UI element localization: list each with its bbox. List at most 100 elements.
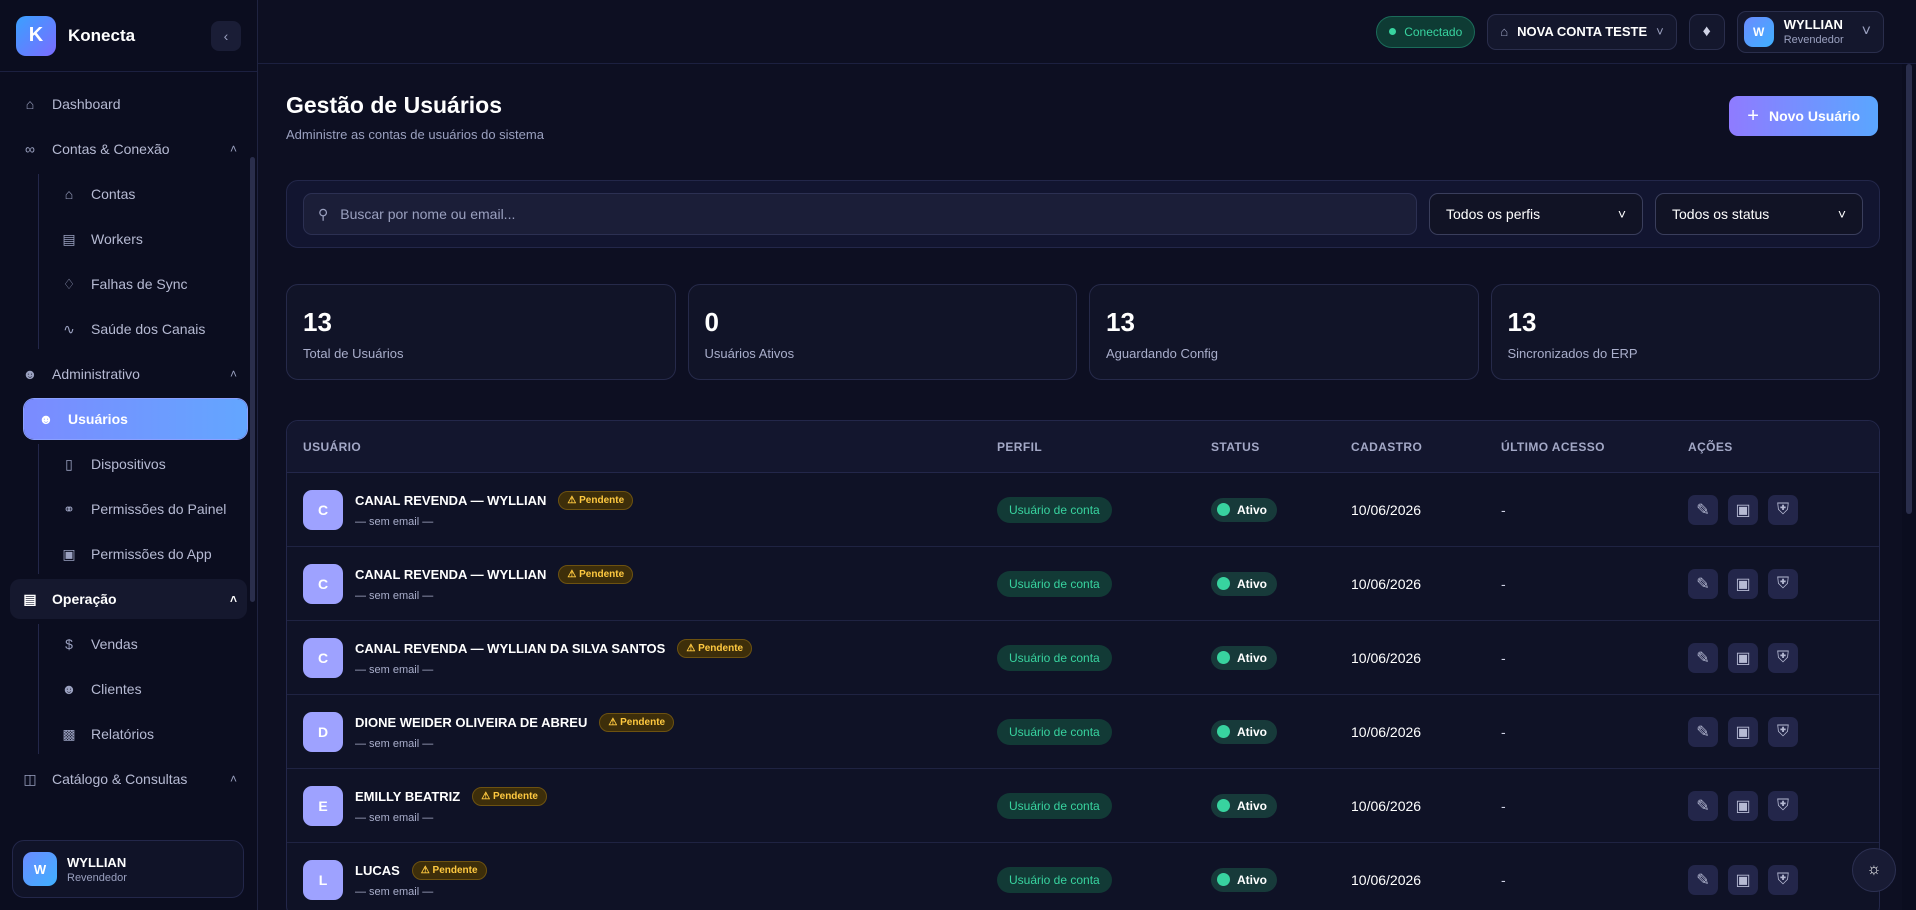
filters-bar: ⚲ Buscar por nome ou email... Todos os pe… <box>286 180 1880 248</box>
column-header-cadastro[interactable]: CADASTRO <box>1351 440 1501 454</box>
permissions-button[interactable]: ⛨ <box>1768 642 1798 673</box>
user-name: CANAL REVENDA — WYLLIAN DA SILVA SANTOS <box>355 641 666 656</box>
column-header-status[interactable]: STATUS <box>1211 440 1351 454</box>
sidebar-scrollbar[interactable] <box>250 157 255 602</box>
edit-button[interactable]: ✎ <box>1688 790 1718 821</box>
column-header-perfil[interactable]: PERFIL <box>997 440 1211 454</box>
edit-button[interactable]: ✎ <box>1688 568 1718 599</box>
edit-button[interactable]: ✎ <box>1688 864 1718 895</box>
table-row[interactable]: L LUCAS ⚠ Pendente — sem email — Usuário de … <box>287 843 1879 910</box>
status-dot-icon <box>1217 577 1230 590</box>
sidebar-item-label: Saúde dos Canais <box>91 321 206 337</box>
sidebar-item-dispositivos[interactable]: ▯ Dispositivos <box>49 444 247 484</box>
column-header-usuario[interactable]: USUÁRIO <box>303 440 997 454</box>
scroll-thumb[interactable] <box>1906 64 1912 514</box>
actions-cell: ✎ ▣ ⛨ <box>1688 716 1798 747</box>
table-row[interactable]: C CANAL REVENDA — WYLLIAN ⚠ Pendente — sem … <box>287 547 1879 621</box>
users-icon: ☻ <box>22 366 38 382</box>
sidebar-item-contas[interactable]: ⌂ Contas <box>49 174 247 214</box>
sidebar-item-workers[interactable]: ▤ Workers <box>49 219 247 259</box>
lock-button[interactable]: ▣ <box>1728 790 1758 821</box>
table-row[interactable]: E EMILLY BEATRIZ ⚠ Pendente — sem email — Us… <box>287 769 1879 843</box>
collapse-sidebar-button[interactable]: ‹ <box>211 20 241 51</box>
permissions-button[interactable]: ⛨ <box>1768 864 1798 895</box>
sidebar-item-usuarios[interactable]: ☻ Usuários <box>24 399 247 439</box>
page-scrollbar[interactable] <box>1902 64 1916 910</box>
lock-button[interactable]: ▣ <box>1728 494 1758 525</box>
search-input[interactable]: ⚲ Buscar por nome ou email... <box>303 193 1417 235</box>
notifications-button[interactable]: ♦ <box>1688 13 1725 50</box>
sidebar-item-falhas-sync[interactable]: ♢ Falhas de Sync <box>49 264 247 304</box>
edit-icon: ✎ <box>1696 871 1710 889</box>
user-line: CANAL REVENDA — WYLLIAN ⚠ Pendente <box>355 565 634 584</box>
avatar: D <box>303 711 343 752</box>
perfil-badge: Usuário de conta <box>997 792 1112 819</box>
table-row[interactable]: C CANAL REVENDA — WYLLIAN ⚠ Pendente — sem … <box>287 473 1879 547</box>
table-row[interactable]: D DIONE WEIDER OLIVEIRA DE ABREU ⚠ Pendent… <box>287 695 1879 769</box>
ultimo-acesso: - <box>1501 501 1506 518</box>
table-row[interactable]: C CANAL REVENDA — WYLLIAN DA SILVA SANTOS… <box>287 621 1879 695</box>
shield-icon: ⛨ <box>1776 796 1789 814</box>
sun-icon: ☼ <box>1866 861 1882 878</box>
status-label: Ativo <box>1237 798 1267 813</box>
new-user-button[interactable]: + Novo Usuário <box>1729 96 1878 136</box>
user-menu-button[interactable]: W WYLLIAN Revendedor ˅ <box>1736 10 1884 53</box>
sidebar-item-clientes[interactable]: ☻ Clientes <box>49 669 247 709</box>
permissions-button[interactable]: ⛨ <box>1768 716 1798 747</box>
edit-button[interactable]: ✎ <box>1688 716 1718 747</box>
sidebar-item-label: Contas <box>91 186 136 202</box>
chevron-up-icon: ˄ <box>229 772 237 786</box>
sidebar-item-saude-canais[interactable]: ∿ Saúde dos Canais <box>49 309 247 349</box>
perfil-cell: Usuário de conta <box>997 792 1211 819</box>
sidebar-group-catalogo[interactable]: ◫ Catálogo & Consultas ˄ <box>10 759 247 799</box>
lock-button[interactable]: ▣ <box>1728 642 1758 673</box>
account-selector[interactable]: ⌂ NOVA CONTA TESTE ˅ <box>1487 13 1677 50</box>
sidebar-item-permissoes-app[interactable]: ▣ Permissões do App <box>49 534 247 574</box>
sidebar-item-dashboard[interactable]: ⌂ Dashboard <box>10 84 247 124</box>
shield-icon: ⛨ <box>1776 500 1789 518</box>
lock-icon: ▣ <box>1735 723 1751 741</box>
lock-icon: ▣ <box>1735 871 1751 889</box>
permissions-button[interactable]: ⛨ <box>1768 568 1798 599</box>
sidebar-group-operacao[interactable]: ▤ Operação ˄ <box>10 579 247 619</box>
clipboard-icon: ▤ <box>23 590 37 607</box>
pending-badge: ⚠ Pendente <box>558 491 634 510</box>
stat-value: 13 <box>303 307 332 337</box>
edit-button[interactable]: ✎ <box>1688 642 1718 673</box>
pending-badge: ⚠ Pendente <box>411 861 487 880</box>
status-badge: Ativo <box>1211 719 1277 744</box>
sidebar-item-permissoes-painel[interactable]: ⚭ Permissões do Painel <box>49 489 247 529</box>
status-filter-select[interactable]: Todos os status ˅ <box>1655 193 1863 235</box>
lock-button[interactable]: ▣ <box>1728 864 1758 895</box>
user-name: CANAL REVENDA — WYLLIAN <box>355 493 547 508</box>
status-dot-icon <box>1217 725 1230 738</box>
sidebar-user-card[interactable]: W WYLLIAN Revendedor <box>12 840 244 898</box>
pending-badge: ⚠ Pendente <box>558 565 634 584</box>
sidebar-item-label: Clientes <box>91 681 142 697</box>
sidebar-item-vendas[interactable]: $ Vendas <box>49 624 247 664</box>
status-dot-icon <box>1217 873 1230 886</box>
permissions-button[interactable]: ⛨ <box>1768 790 1798 821</box>
link-icon: ∞ <box>25 141 35 157</box>
sidebar-item-relatorios[interactable]: ▩ Relatórios <box>49 714 247 754</box>
status-dot-icon <box>1217 651 1230 664</box>
status-label: Ativo <box>1237 576 1267 591</box>
status-dot-icon <box>1389 28 1397 35</box>
perfil-badge: Usuário de conta <box>997 496 1112 523</box>
plus-icon: + <box>1747 104 1759 127</box>
cadastro-date: 10/06/2026 <box>1351 575 1422 592</box>
column-header-ultimo-acesso[interactable]: ÚLTIMO ACESSO <box>1501 440 1688 454</box>
sidebar-item-label: Permissões do Painel <box>91 501 227 517</box>
sidebar-group-administrativo[interactable]: ☻ Administrativo ˄ <box>10 354 247 394</box>
permissions-button[interactable]: ⛨ <box>1768 494 1798 525</box>
perfil-filter-select[interactable]: Todos os perfis ˅ <box>1429 193 1643 235</box>
sidebar-item-label: Workers <box>91 231 143 247</box>
edit-button[interactable]: ✎ <box>1688 494 1718 525</box>
brand-name: Konecta <box>68 25 136 45</box>
theme-toggle-button[interactable]: ☼ <box>1852 848 1896 892</box>
lock-button[interactable]: ▣ <box>1728 716 1758 747</box>
sidebar-group-contas-conexao[interactable]: ∞ Contas & Conexão ˄ <box>10 129 247 169</box>
lock-button[interactable]: ▣ <box>1728 568 1758 599</box>
stat-label: Total de Usuários <box>303 346 404 361</box>
user-line: DIONE WEIDER OLIVEIRA DE ABREU ⚠ Pendente <box>355 713 675 732</box>
